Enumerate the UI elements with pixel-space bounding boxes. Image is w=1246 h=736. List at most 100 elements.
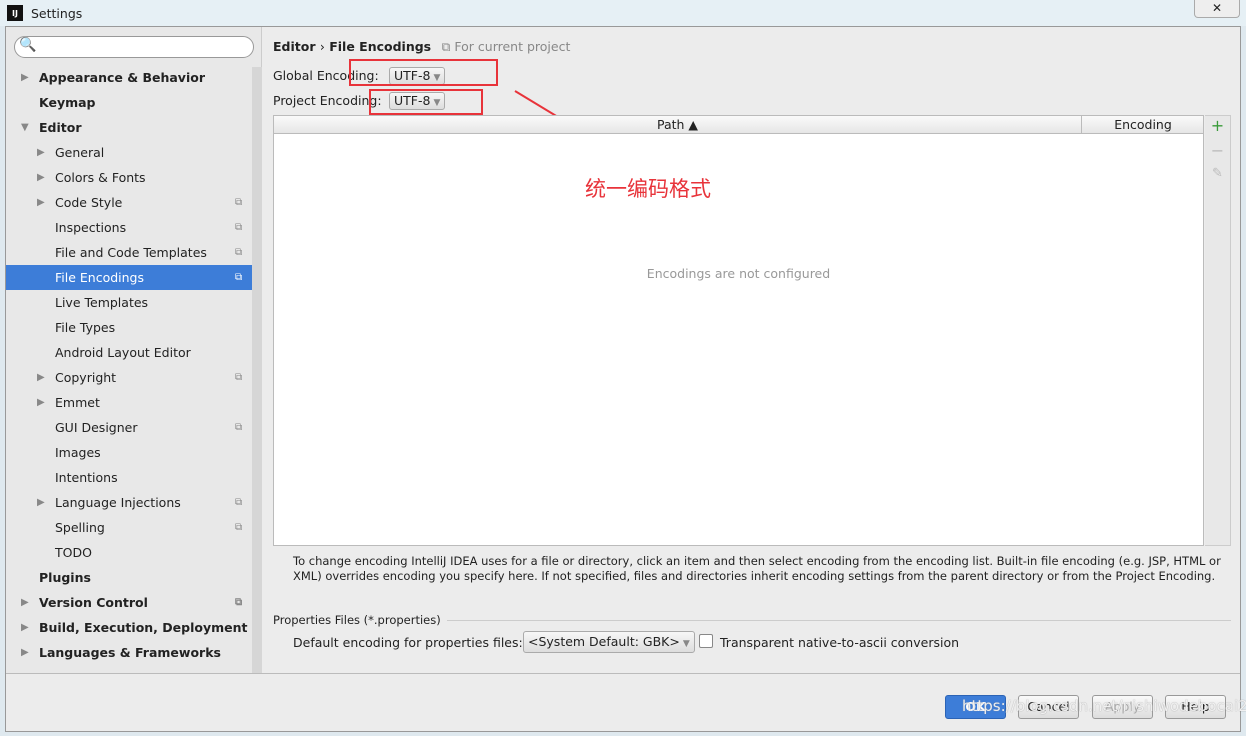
annotation-text: 统一编码格式	[585, 177, 711, 201]
sidebar-item-label: Emmet	[55, 395, 100, 410]
chevron-right-icon[interactable]: ▶	[37, 365, 45, 390]
sidebar-item-todo[interactable]: TODO	[6, 540, 252, 565]
project-scope-icon: ⧉	[235, 597, 243, 608]
sidebar-item-inspections[interactable]: Inspections ⧉	[6, 215, 252, 240]
column-path[interactable]: Path ▲	[274, 116, 1082, 133]
chevron-right-icon[interactable]: ▶	[37, 390, 45, 415]
chevron-right-icon[interactable]: ▶	[21, 65, 29, 90]
sidebar-item-images[interactable]: Images	[6, 440, 252, 465]
title-bar: IJ Settings ✕	[0, 0, 1246, 26]
sidebar-item-version-control[interactable]: ▶ Version Control ⧉	[6, 590, 252, 615]
sidebar-item-file-types[interactable]: File Types	[6, 315, 252, 340]
encodings-table: Path ▲ Encoding Encodings are not config…	[273, 115, 1204, 546]
sidebar-item-spelling[interactable]: Spelling ⧉	[6, 515, 252, 540]
chevron-right-icon[interactable]: ▶	[37, 165, 45, 190]
project-scope-icon: ⧉	[235, 522, 243, 533]
sidebar-item-label: Android Layout Editor	[55, 345, 191, 360]
annotation-box	[349, 59, 498, 86]
sidebar-item-gui-designer[interactable]: GUI Designer ⧉	[6, 415, 252, 440]
sidebar-item-label: Version Control	[39, 595, 148, 610]
edit-icon[interactable]: ✎	[1205, 166, 1230, 191]
chevron-right-icon[interactable]: ▶	[37, 190, 45, 215]
sidebar-item-plugins[interactable]: Plugins	[6, 565, 252, 590]
sidebar-item-label: Intentions	[55, 470, 118, 485]
native-to-ascii-checkbox[interactable]	[699, 634, 713, 648]
breadcrumb-parent: Editor	[273, 39, 316, 54]
breadcrumb: Editor › File Encodings ⧉ For current pr…	[273, 39, 570, 55]
project-scope-icon: ⧉	[235, 497, 243, 508]
project-encoding-label: Project Encoding:	[273, 93, 382, 108]
settings-dialog: 🔍 ▶ Appearance & Behavior Keymap ▼ Editor ▶ Ge…	[5, 26, 1241, 732]
sidebar-item-code-style[interactable]: ▶ Code Style ⧉	[6, 190, 252, 215]
sidebar-item-label: GUI Designer	[55, 420, 138, 435]
sidebar-scrollbar[interactable]	[252, 67, 262, 673]
chevron-down-icon[interactable]: ▼	[21, 115, 29, 140]
sidebar-item-label: Colors & Fonts	[55, 170, 146, 185]
sidebar-item-label: Spelling	[55, 520, 105, 535]
chevron-right-icon[interactable]: ▶	[37, 490, 45, 515]
watermark: https://blog.csdn.net/nishiwodebocai21	[962, 697, 1246, 715]
sidebar-item-languages-frameworks[interactable]: ▶ Languages & Frameworks	[6, 640, 252, 665]
project-scope-icon: ⧉	[235, 422, 243, 433]
empty-state: Encodings are not configured	[646, 266, 831, 281]
chevron-down-icon: ▼	[682, 639, 690, 649]
sidebar-item-general[interactable]: ▶ General	[6, 140, 252, 165]
close-button[interactable]: ✕	[1194, 0, 1240, 18]
copy-icon: ⧉	[441, 39, 451, 54]
project-scope-icon: ⧉	[235, 272, 243, 283]
divider	[446, 619, 1231, 621]
sidebar-item-keymap[interactable]: Keymap	[6, 90, 252, 115]
properties-encoding-value: <System Default: GBK>	[528, 634, 680, 649]
chevron-right-icon[interactable]: ▶	[21, 615, 29, 640]
sidebar-item-label: Code Style	[55, 195, 123, 210]
sidebar-item-label: Keymap	[39, 95, 96, 110]
sidebar-item-label: Languages & Frameworks	[39, 645, 221, 660]
sidebar-item-label: Images	[55, 445, 101, 460]
sidebar-item-intentions[interactable]: Intentions	[6, 465, 252, 490]
remove-icon[interactable]: −	[1205, 141, 1230, 166]
sidebar-item-build-execution-deployment[interactable]: ▶ Build, Execution, Deployment	[6, 615, 252, 640]
sidebar-item-label: Inspections	[55, 220, 127, 235]
window-title: Settings	[31, 5, 83, 21]
sidebar-item-file-and-code-templates[interactable]: File and Code Templates ⧉	[6, 240, 252, 265]
chevron-right-icon[interactable]: ▶	[21, 590, 29, 615]
chevron-right-icon[interactable]: ▶	[21, 640, 29, 665]
sidebar-item-label: Editor	[39, 120, 82, 135]
sidebar-item-copyright[interactable]: ▶ Copyright ⧉	[6, 365, 252, 390]
sidebar-item-colors-fonts[interactable]: ▶ Colors & Fonts	[6, 165, 252, 190]
sidebar-item-label: File and Code Templates	[55, 245, 207, 260]
intellij-logo-icon: IJ	[7, 5, 23, 21]
sidebar-item-label: Appearance & Behavior	[39, 70, 205, 85]
properties-section-title: Properties Files (*.properties)	[273, 613, 441, 627]
sidebar: 🔍 ▶ Appearance & Behavior Keymap ▼ Editor ▶ Ge…	[6, 27, 262, 673]
sidebar-item-label: Language Injections	[55, 495, 181, 510]
sidebar-item-live-templates[interactable]: Live Templates	[6, 290, 252, 315]
sidebar-item-label: File Types	[55, 320, 116, 335]
project-scope-icon: ⧉	[235, 247, 243, 258]
sidebar-item-label: Plugins	[39, 570, 91, 585]
sidebar-item-label: File Encodings	[55, 270, 145, 285]
sidebar-item-label: Copyright	[55, 370, 117, 385]
properties-encoding-dropdown[interactable]: <System Default: GBK> ▼	[523, 631, 695, 653]
sidebar-item-label: Build, Execution, Deployment	[39, 620, 248, 635]
add-icon[interactable]: +	[1205, 116, 1230, 141]
scope-label: For current project	[454, 39, 571, 54]
sidebar-item-android-layout-editor[interactable]: Android Layout Editor	[6, 340, 252, 365]
chevron-right-icon[interactable]: ▶	[37, 140, 45, 165]
project-scope-icon: ⧉	[235, 372, 243, 383]
sidebar-item-label: TODO	[55, 545, 92, 560]
sidebar-item-file-encodings[interactable]: File Encodings ⧉	[6, 265, 262, 290]
search-icon: 🔍	[19, 37, 37, 53]
breadcrumb-separator: ›	[319, 39, 325, 54]
sidebar-item-appearance-behavior[interactable]: ▶ Appearance & Behavior	[6, 65, 252, 90]
search-input[interactable]: 🔍	[14, 36, 254, 58]
sidebar-item-emmet[interactable]: ▶ Emmet	[6, 390, 252, 415]
project-scope-icon: ⧉	[235, 222, 243, 233]
main-panel: Editor › File Encodings ⧉ For current pr…	[263, 27, 1242, 673]
project-scope-icon: ⧉	[235, 197, 243, 208]
sidebar-item-label: General	[55, 145, 105, 160]
sidebar-item-language-injections[interactable]: ▶ Language Injections ⧉	[6, 490, 252, 515]
sidebar-item-editor[interactable]: ▼ Editor	[6, 115, 252, 140]
help-note: To change encoding IntelliJ IDEA uses fo…	[293, 554, 1221, 583]
column-encoding[interactable]: Encoding	[1082, 116, 1204, 133]
